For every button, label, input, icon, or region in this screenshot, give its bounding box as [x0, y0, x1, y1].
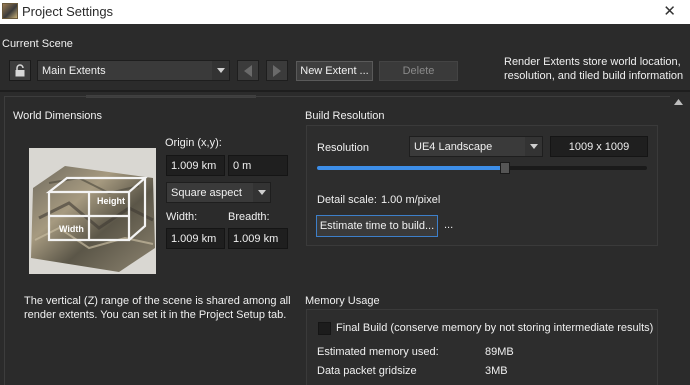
- previous-extent-button[interactable]: [237, 60, 259, 81]
- final-build-checkbox[interactable]: [318, 322, 331, 335]
- origin-label: Origin (x,y):: [165, 137, 222, 149]
- width-label: Width:: [166, 211, 198, 223]
- divider: [0, 90, 690, 92]
- lock-icon: [15, 64, 25, 77]
- next-extent-button[interactable]: [266, 60, 288, 81]
- close-icon[interactable]: ✕: [663, 2, 676, 20]
- resolution-select-value: UE4 Landscape: [414, 140, 493, 153]
- app-icon: [2, 3, 18, 19]
- memory-usage-heading: Memory Usage: [305, 295, 380, 307]
- resolution-select[interactable]: UE4 Landscape: [409, 136, 543, 157]
- width-field[interactable]: 1.009 km: [166, 228, 225, 249]
- diagram-width-label: Width: [59, 224, 84, 234]
- breadth-label: Breadth:: [228, 211, 270, 223]
- arrow-left-icon: [244, 64, 252, 77]
- lock-button[interactable]: [9, 60, 31, 81]
- resolution-slider-handle[interactable]: [500, 162, 511, 174]
- window-title: Project Settings: [22, 4, 114, 19]
- world-dimensions-heading: World Dimensions: [13, 110, 103, 122]
- estimated-memory-label: Estimated memory used:: [317, 346, 439, 358]
- arrow-right-icon: [273, 64, 281, 77]
- resolution-label: Resolution: [317, 142, 369, 154]
- more-options-button[interactable]: ...: [444, 219, 453, 231]
- extent-select[interactable]: Main Extents: [37, 60, 230, 81]
- origin-x-field[interactable]: 1.009 km: [166, 155, 225, 176]
- extent-select-value: Main Extents: [42, 64, 106, 77]
- chevron-down-icon: [253, 183, 270, 202]
- resolution-slider[interactable]: [317, 162, 647, 174]
- delete-extent-button[interactable]: Delete: [379, 61, 458, 81]
- resolution-size-field: 1009 x 1009: [550, 136, 648, 157]
- aspect-select-value: Square aspect: [171, 186, 242, 199]
- breadth-field[interactable]: 1.009 km: [228, 228, 288, 249]
- chevron-down-icon: [525, 137, 542, 156]
- origin-y-field[interactable]: 0 m: [228, 155, 288, 176]
- estimate-time-button[interactable]: Estimate time to build...: [316, 215, 438, 237]
- detail-scale-label: Detail scale:: [317, 194, 377, 206]
- title-bar: Project Settings ✕: [0, 0, 690, 24]
- new-extent-button[interactable]: New Extent ...: [296, 61, 373, 81]
- world-dimensions-diagram: Height Width: [29, 148, 156, 274]
- build-resolution-heading: Build Resolution: [305, 110, 385, 122]
- chevron-up-icon: [673, 99, 683, 105]
- extents-info-text: Render Extents store world location, res…: [504, 56, 684, 82]
- gridsize-value: 3MB: [485, 365, 508, 377]
- estimated-memory-value: 89MB: [485, 346, 514, 358]
- detail-scale-value: 1.00 m/pixel: [381, 194, 441, 206]
- resolution-slider-fill: [317, 166, 506, 170]
- vertical-range-description: The vertical (Z) range of the scene is s…: [24, 295, 291, 321]
- final-build-label: Final Build (conserve memory by not stor…: [336, 322, 654, 334]
- chevron-down-icon: [212, 61, 229, 80]
- gridsize-label: Data packet gridsize: [317, 365, 417, 377]
- current-scene-label: Current Scene: [2, 38, 73, 50]
- aspect-select[interactable]: Square aspect: [166, 182, 271, 203]
- scroll-up-button[interactable]: [672, 95, 684, 109]
- diagram-height-label: Height: [97, 196, 125, 206]
